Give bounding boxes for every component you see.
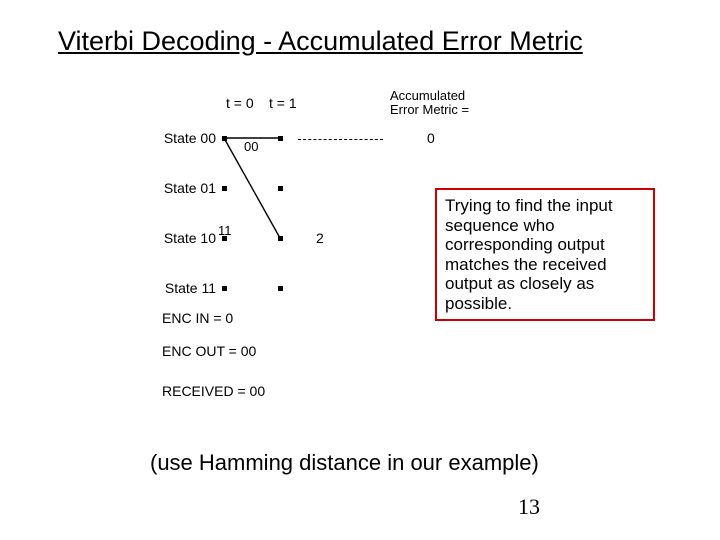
trellis-lines xyxy=(150,95,460,415)
enc-out-row: ENC OUT = 00 xyxy=(162,343,256,359)
branch-label-11: 11 xyxy=(218,223,232,238)
enc-out-value: 00 xyxy=(241,343,257,359)
enc-in-value: 0 xyxy=(225,310,233,326)
enc-in-label: ENC IN = xyxy=(162,310,222,326)
subtitle: (use Hamming distance in our example) xyxy=(150,450,539,476)
callout-text: Trying to find the input sequence who co… xyxy=(445,196,613,313)
received-label: RECEIVED = xyxy=(162,383,246,399)
branch-label-00: 00 xyxy=(244,139,258,154)
slide-title: Viterbi Decoding - Accumulated Error Met… xyxy=(58,26,583,57)
enc-out-label: ENC OUT = xyxy=(162,343,237,359)
enc-in-row: ENC IN = 0 xyxy=(162,310,233,326)
metric-s00: 0 xyxy=(427,130,435,146)
page-number: 13 xyxy=(518,494,540,520)
metric-s10: 2 xyxy=(316,230,324,246)
received-value: 00 xyxy=(250,383,266,399)
callout-box: Trying to find the input sequence who co… xyxy=(435,188,655,321)
received-row: RECEIVED = 00 xyxy=(162,383,265,399)
trellis-diagram: t = 0 t = 1 Accumulated Error Metric = S… xyxy=(150,95,460,415)
